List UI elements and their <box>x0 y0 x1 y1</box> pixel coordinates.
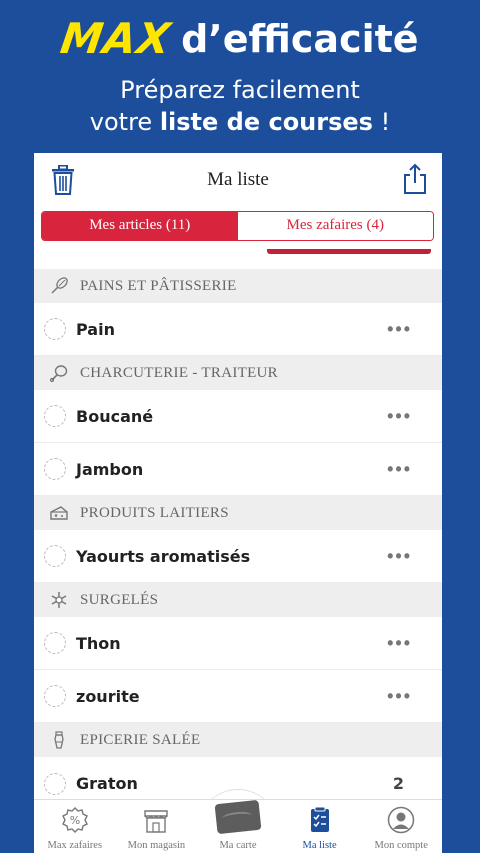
user-icon <box>387 806 415 834</box>
promo-line-2: votre liste de courses ! <box>89 108 391 136</box>
promo-line-2-bold: liste de courses <box>159 108 373 136</box>
promo-line-1: Préparez facilement <box>120 76 360 104</box>
item-name: Boucané <box>76 406 154 426</box>
loyalty-card-icon <box>214 799 262 835</box>
percent-badge-icon: % <box>61 807 88 833</box>
nav-label: Ma liste <box>302 840 337 851</box>
checklist-icon <box>310 806 329 832</box>
category-label: CHARCUTERIE - TRAITEUR <box>80 364 278 381</box>
nav-ma-liste[interactable]: Ma liste <box>279 800 361 853</box>
promo-banner: MAX d’efficacité Préparez facilement votr… <box>0 0 480 152</box>
category-header: PRODUITS LAITIERS <box>34 496 442 530</box>
more-options-icon[interactable]: ••• <box>387 546 412 567</box>
item-name: Thon <box>76 633 121 653</box>
nav-mon-magasin[interactable]: Mon magasin <box>116 800 198 853</box>
item-checkbox[interactable] <box>44 405 66 427</box>
item-quantity[interactable]: 2 <box>393 774 404 793</box>
whisk-icon <box>48 275 70 297</box>
category-label: SURGELÉS <box>80 591 159 608</box>
nav-label: Max zafaires <box>47 840 103 851</box>
list-item[interactable]: Pain ••• <box>34 303 442 356</box>
item-checkbox[interactable] <box>44 318 66 340</box>
tab-mes-articles[interactable]: Mes articles (11) <box>42 212 238 240</box>
nav-label: Ma carte <box>219 840 257 851</box>
share-icon[interactable] <box>402 163 428 195</box>
list-item[interactable]: Boucané ••• <box>34 390 442 443</box>
list-item[interactable]: Jambon ••• <box>34 443 442 496</box>
category-header: PAINS ET PÂTISSERIE <box>34 269 442 303</box>
bottom-navigation: % Max zafaires Mon magasin Ma carte Ma l… <box>34 799 442 853</box>
shopping-list: PAINS ET PÂTISSERIE Pain ••• CHARCUTERIE… <box>34 269 442 810</box>
more-options-icon[interactable]: ••• <box>387 633 412 654</box>
list-item[interactable]: Thon ••• <box>34 617 442 670</box>
category-label: PRODUITS LAITIERS <box>80 504 229 521</box>
category-label: EPICERIE SALÉE <box>80 731 201 748</box>
page-title: Ma liste <box>207 169 269 190</box>
list-item[interactable]: zourite ••• <box>34 670 442 723</box>
list-item[interactable]: Yaourts aromatisés ••• <box>34 530 442 583</box>
item-checkbox[interactable] <box>44 545 66 567</box>
item-checkbox[interactable] <box>44 685 66 707</box>
item-name: Jambon <box>76 459 144 479</box>
svg-text:%: % <box>70 814 80 827</box>
item-name: Pain <box>76 319 115 339</box>
salt-shaker-icon <box>48 729 70 751</box>
phone-screen: Ma liste Mes articles (11) Mes zafaires … <box>34 153 442 853</box>
item-checkbox[interactable] <box>44 632 66 654</box>
nav-label: Mon compte <box>374 840 428 851</box>
store-icon <box>144 810 169 833</box>
more-options-icon[interactable]: ••• <box>387 406 412 427</box>
app-header: Ma liste <box>34 153 442 207</box>
list-tabs: Mes articles (11) Mes zafaires (4) <box>41 211 434 241</box>
snowflake-icon <box>48 589 70 611</box>
category-header: CHARCUTERIE - TRAITEUR <box>34 356 442 390</box>
more-options-icon[interactable]: ••• <box>387 459 412 480</box>
nav-max-zafaires[interactable]: % Max zafaires <box>34 800 116 853</box>
promo-headline: MAX d’efficacité <box>0 14 480 63</box>
category-label: PAINS ET PÂTISSERIE <box>80 277 237 294</box>
nav-mon-compte[interactable]: Mon compte <box>360 800 442 853</box>
nav-label: Mon magasin <box>127 840 186 851</box>
cheese-icon <box>48 502 70 524</box>
item-checkbox[interactable] <box>44 772 66 795</box>
category-header: EPICERIE SALÉE <box>34 723 442 757</box>
item-name: zourite <box>76 686 140 706</box>
item-name: Graton <box>76 774 138 793</box>
tab-underline <box>267 249 431 254</box>
category-header: SURGELÉS <box>34 583 442 617</box>
drumstick-icon <box>48 362 70 384</box>
brand-logo-text: MAX <box>57 14 175 63</box>
item-checkbox[interactable] <box>44 458 66 480</box>
more-options-icon[interactable]: ••• <box>387 319 412 340</box>
item-name: Yaourts aromatisés <box>76 546 251 566</box>
tab-mes-zafaires[interactable]: Mes zafaires (4) <box>237 212 433 240</box>
nav-ma-carte[interactable]: Ma carte <box>197 799 279 853</box>
more-options-icon[interactable]: ••• <box>387 686 412 707</box>
promo-tagline: d’efficacité <box>181 16 419 61</box>
